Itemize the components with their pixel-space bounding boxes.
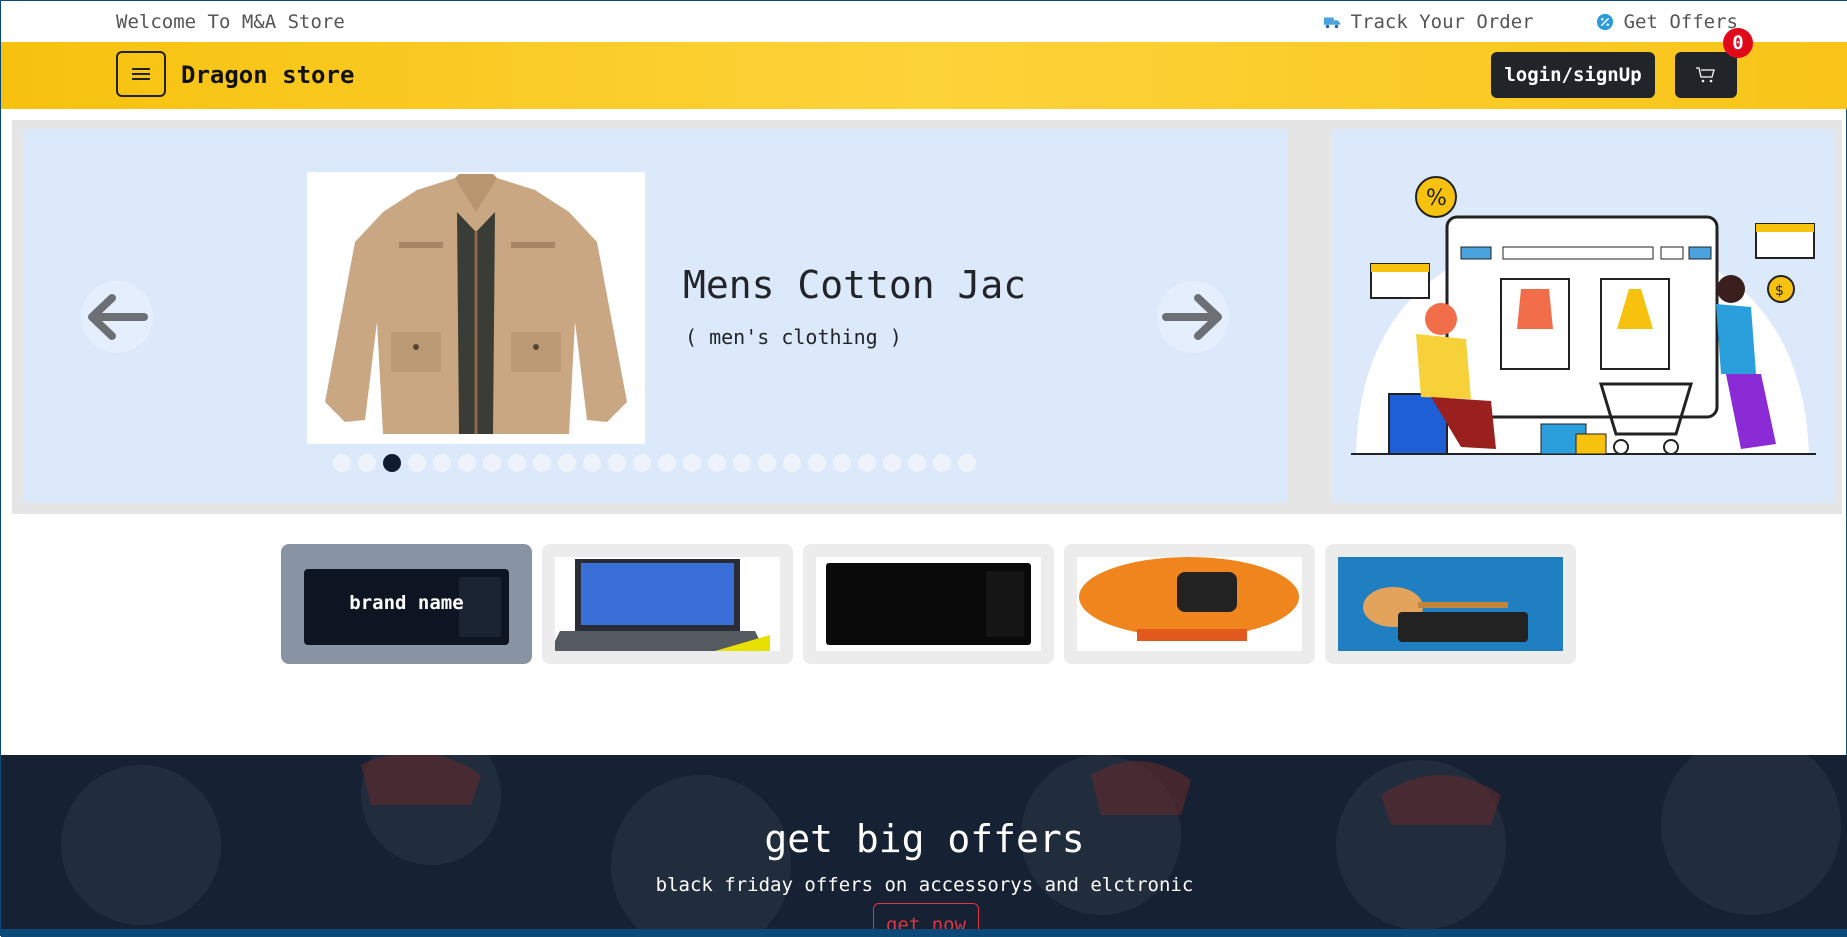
welcome-text: Welcome To M&A Store bbox=[116, 11, 345, 33]
brand-card[interactable] bbox=[1064, 544, 1315, 664]
main-header: Dragon store login/signUp bbox=[1, 42, 1847, 109]
carousel-indicator-dot[interactable] bbox=[733, 454, 751, 472]
carousel-indicator-dot[interactable] bbox=[508, 454, 526, 472]
carousel-indicator-dot[interactable] bbox=[433, 454, 451, 472]
menu-toggle-button[interactable] bbox=[116, 51, 166, 97]
cart-count-badge: 0 bbox=[1723, 28, 1753, 58]
brand-card[interactable] bbox=[1325, 544, 1576, 664]
carousel-indicator-dot[interactable] bbox=[883, 454, 901, 472]
carousel-next-button[interactable] bbox=[1157, 281, 1229, 353]
hamburger-icon bbox=[132, 65, 150, 83]
brand-image bbox=[555, 557, 780, 651]
brand-image bbox=[1077, 557, 1302, 651]
carousel-indicator-dot[interactable] bbox=[933, 454, 951, 472]
carousel-indicator-dot[interactable] bbox=[808, 454, 826, 472]
product-image[interactable] bbox=[307, 172, 645, 444]
brand-name-label: brand name bbox=[349, 592, 464, 614]
carousel-indicator-dot[interactable] bbox=[383, 454, 401, 472]
carousel-indicator-dot[interactable] bbox=[608, 454, 626, 472]
brand-image bbox=[1338, 557, 1563, 651]
product-carousel bbox=[23, 129, 1288, 503]
svg-text:%: % bbox=[1426, 186, 1447, 211]
cart-button[interactable] bbox=[1675, 52, 1737, 98]
brands-row: brand name bbox=[281, 544, 1576, 664]
carousel-indicator-dot[interactable] bbox=[758, 454, 776, 472]
discount-badge-icon bbox=[1596, 13, 1613, 31]
carousel-indicator-dot[interactable] bbox=[583, 454, 601, 472]
carousel-indicator-dot[interactable] bbox=[633, 454, 651, 472]
offers-banner: get big offers black friday offers on ac… bbox=[1, 755, 1847, 937]
carousel-indicator-dot[interactable] bbox=[683, 454, 701, 472]
brand-card[interactable] bbox=[803, 544, 1054, 664]
brand-image bbox=[816, 557, 1041, 651]
arrow-right-icon bbox=[1162, 294, 1222, 340]
cart-icon bbox=[1696, 67, 1715, 83]
carousel-prev-button[interactable] bbox=[81, 281, 153, 353]
slide-title: Mens Cotton Jac bbox=[683, 263, 1027, 307]
carousel-indicator-dot[interactable] bbox=[458, 454, 476, 472]
get-offers-label: Get Offers bbox=[1623, 11, 1738, 33]
carousel-indicator-dot[interactable] bbox=[958, 454, 976, 472]
top-bar: Welcome To M&A Store Track Your Order Ge… bbox=[1, 1, 1847, 42]
slide-category: ( men's clothing ) bbox=[685, 325, 902, 349]
top-links: Track Your Order Get Offers bbox=[1323, 11, 1738, 33]
store-brand[interactable]: Dragon store bbox=[181, 61, 354, 89]
brand-card[interactable] bbox=[542, 544, 793, 664]
carousel-indicator-dot[interactable] bbox=[783, 454, 801, 472]
carousel-indicator-dot[interactable] bbox=[333, 454, 351, 472]
carousel-indicator-dot[interactable] bbox=[658, 454, 676, 472]
get-offers-link[interactable]: Get Offers bbox=[1596, 11, 1738, 33]
track-order-label: Track Your Order bbox=[1350, 11, 1534, 33]
offers-subtitle: black friday offers on accessorys and el… bbox=[655, 874, 1194, 896]
svg-text:$: $ bbox=[1775, 283, 1784, 299]
track-order-link[interactable]: Track Your Order bbox=[1323, 11, 1534, 33]
offers-title: get big offers bbox=[764, 817, 1085, 861]
carousel-indicator-dot[interactable] bbox=[358, 454, 376, 472]
carousel-indicator-dot[interactable] bbox=[408, 454, 426, 472]
carousel-indicator-dot[interactable] bbox=[833, 454, 851, 472]
carousel-indicator-dot[interactable] bbox=[483, 454, 501, 472]
carousel-indicator-dot[interactable] bbox=[558, 454, 576, 472]
carousel-indicator-dot[interactable] bbox=[908, 454, 926, 472]
promo-illustration: % $ bbox=[1331, 129, 1836, 503]
login-signup-button[interactable]: login/signUp bbox=[1491, 52, 1655, 98]
arrow-left-icon bbox=[88, 294, 148, 340]
carousel-indicator-dot[interactable] bbox=[533, 454, 551, 472]
carousel-indicator-dot[interactable] bbox=[708, 454, 726, 472]
carousel-indicators bbox=[333, 454, 976, 472]
carousel-indicator-dot[interactable] bbox=[858, 454, 876, 472]
brand-card[interactable]: brand name bbox=[281, 544, 532, 664]
truck-icon bbox=[1323, 17, 1340, 29]
